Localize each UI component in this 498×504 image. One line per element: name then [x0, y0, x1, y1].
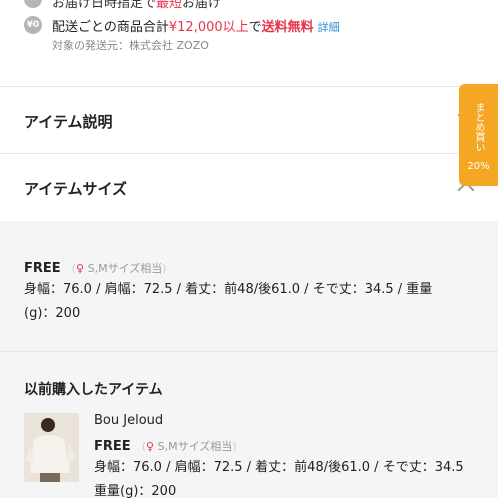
item-description-section[interactable]: アイテム説明 — [0, 86, 498, 154]
size-hint: (♀ S,Mサイズ相当) — [71, 262, 167, 275]
shipping-details-link[interactable]: 詳細 — [318, 21, 340, 34]
free-shipping-note: 配送ごとの商品合計¥12,000以上で送料無料 詳細 — [52, 20, 340, 35]
previous-size-row: FREE (♀ S,Mサイズ相当) — [94, 435, 237, 454]
bulk-discount-badge[interactable]: まとめ買い 20% — [459, 84, 498, 186]
previous-size-hint: (♀ S,Mサイズ相当) — [141, 440, 237, 453]
shipping-banner: お届け日時指定で最短お届け ¥0 配送ごとの商品合計¥12,000以上で送料無料… — [0, 0, 498, 86]
person-icon: ♀ — [76, 262, 85, 275]
size-details-panel: FREE (♀ S,Mサイズ相当) 身幅：76.0 / 肩幅：72.5 / 着丈… — [0, 221, 498, 499]
delivery-note: お届け日時指定で最短お届け — [52, 0, 222, 11]
divider — [0, 351, 498, 352]
previous-size-name: FREE — [94, 439, 131, 454]
item-size-title: アイテムサイズ — [24, 180, 128, 198]
size-row: FREE (♀ S,Mサイズ相当) — [24, 257, 167, 276]
item-description-title: アイテム説明 — [24, 113, 113, 131]
size-measurements: 身幅：76.0 / 肩幅：72.5 / 着丈：前48/後61.0 / そで丈：3… — [24, 282, 433, 321]
yen-icon: ¥0 — [24, 16, 42, 34]
previous-purchase-title: 以前購入したアイテム — [24, 382, 163, 398]
product-thumbnail[interactable] — [24, 413, 79, 482]
item-size-section[interactable]: アイテムサイズ — [0, 153, 498, 221]
product-brand: Bou Jeloud — [94, 413, 164, 428]
shipping-origin: 対象の発送元：株式会社 ZOZO — [52, 39, 209, 52]
clock-icon — [24, 0, 42, 8]
size-name: FREE — [24, 261, 61, 276]
person-icon: ♀ — [146, 440, 155, 453]
previous-measurements: 身幅：76.0 / 肩幅：72.5 / 着丈：前48/後61.0 / そで丈：3… — [94, 460, 464, 499]
